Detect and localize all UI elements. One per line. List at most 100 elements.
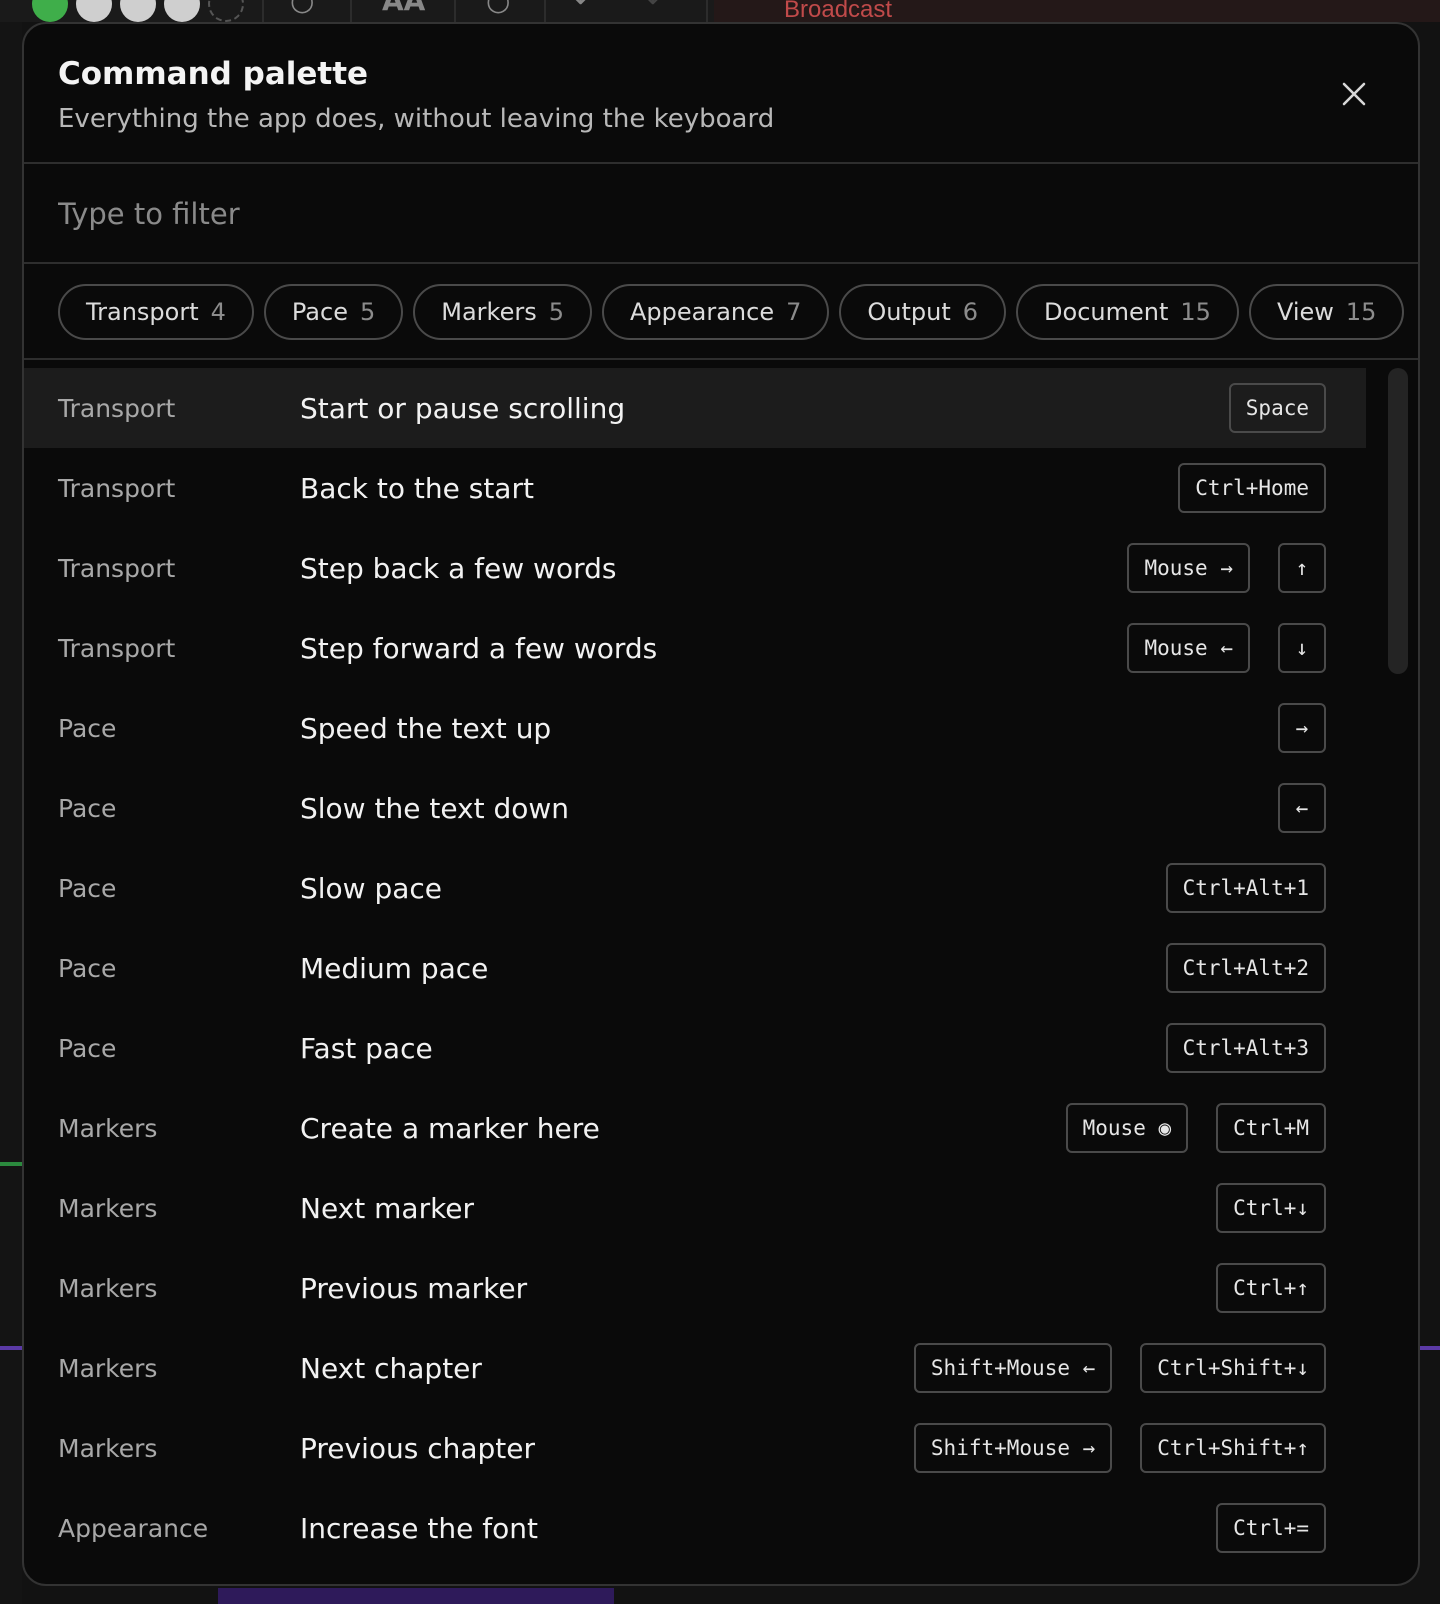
shortcut-keys: Ctrl+Alt+2: [1165, 943, 1326, 993]
modal-title: Command palette: [58, 56, 369, 92]
chip-label: Document: [1044, 298, 1169, 326]
command-row[interactable]: Markers Next marker Ctrl+↓: [24, 1168, 1366, 1248]
shortcut-key: Mouse →: [1127, 543, 1250, 593]
shortcut-keys: Ctrl+Alt+1: [1165, 863, 1326, 913]
chip-label: Transport: [86, 298, 199, 326]
user-icon[interactable]: ○: [290, 0, 314, 17]
background-bottom-bar: [218, 1588, 614, 1604]
command-row[interactable]: Markers Previous marker Ctrl+↑: [24, 1248, 1366, 1328]
command-row[interactable]: Markers Next chapter Shift+Mouse ← Ctrl+Shi…: [24, 1328, 1366, 1408]
search-icon[interactable]: ○: [486, 0, 510, 17]
shortcut-key: Shift+Mouse ←: [913, 1343, 1113, 1393]
command-category: Pace: [58, 953, 117, 983]
command-category: Markers: [58, 1193, 158, 1223]
command-label: Increase the font: [300, 1511, 538, 1545]
green-dot-icon[interactable]: [32, 0, 68, 22]
command-label: Previous marker: [300, 1271, 528, 1305]
command-row[interactable]: Markers Previous chapter Shift+Mouse → Ctrl…: [24, 1408, 1366, 1488]
shortcut-keys: Mouse ← ↓: [1127, 623, 1326, 673]
command-category: Markers: [58, 1433, 158, 1463]
command-label: Fast pace: [300, 1031, 433, 1065]
shortcut-keys: Space: [1228, 383, 1326, 433]
gray-dot-icon[interactable]: [76, 0, 112, 22]
redo-icon[interactable]: ↷: [636, 0, 659, 17]
command-row[interactable]: Pace Speed the text up →: [24, 688, 1366, 768]
font-size-icon[interactable]: AA: [382, 0, 425, 17]
chip-label: Appearance: [630, 298, 775, 326]
chip-label: Output: [867, 298, 951, 326]
command-row[interactable]: Pace Fast pace Ctrl+Alt+3: [24, 1008, 1366, 1088]
shortcut-key: Ctrl+Alt+1: [1165, 863, 1326, 913]
gray-dot-icon[interactable]: [120, 0, 156, 22]
filter-input[interactable]: [58, 186, 1358, 242]
chip-count: 4: [210, 298, 226, 326]
shortcut-key: Ctrl+↓: [1216, 1183, 1326, 1233]
command-label: Speed the text up: [300, 711, 552, 745]
background-toolbar: ○ AA ○ ↶ ↷ Broadcast: [0, 0, 1440, 22]
shortcut-key: Ctrl+Shift+↓: [1140, 1343, 1326, 1393]
chip-label: Markers: [441, 298, 537, 326]
chip-pace[interactable]: Pace 5: [263, 284, 404, 340]
shortcut-key: ↓: [1278, 623, 1326, 673]
scrollbar[interactable]: [1388, 368, 1408, 674]
shortcut-key: Mouse ◉: [1065, 1103, 1189, 1153]
command-row[interactable]: Pace Slow pace Ctrl+Alt+1: [24, 848, 1366, 928]
command-label: Back to the start: [300, 471, 534, 505]
close-icon[interactable]: [1340, 80, 1368, 108]
command-label: Slow the text down: [300, 791, 570, 825]
command-label: Step forward a few words: [300, 631, 658, 665]
undo-icon[interactable]: ↶: [574, 0, 597, 17]
chip-count: 15: [1180, 298, 1211, 326]
shortcut-key: Ctrl+=: [1216, 1503, 1326, 1553]
shortcut-key: ←: [1278, 783, 1326, 833]
command-row[interactable]: Transport Back to the start Ctrl+Home: [24, 448, 1366, 528]
command-label: Next chapter: [300, 1351, 482, 1385]
command-row[interactable]: Transport Start or pause scrolling Space: [24, 368, 1366, 448]
modal-subtitle: Everything the app does, without leaving…: [58, 104, 775, 134]
command-row[interactable]: Transport Step back a few words Mouse → ↑: [24, 528, 1366, 608]
divider: [24, 358, 1418, 360]
chip-output[interactable]: Output 6: [839, 284, 1007, 340]
category-chips: Transport 4 Pace 5 Markers 5 Appearance 7 Output…: [58, 284, 1405, 340]
command-row[interactable]: Pace Slow the text down ←: [24, 768, 1366, 848]
command-category: Pace: [58, 1033, 117, 1063]
command-category: Markers: [58, 1353, 158, 1383]
command-category: Pace: [58, 873, 117, 903]
shortcut-key: Space: [1228, 383, 1326, 433]
shortcut-key: Ctrl+Alt+3: [1165, 1023, 1326, 1073]
chip-label: View: [1276, 298, 1334, 326]
shortcut-key: ↑: [1278, 543, 1326, 593]
chip-markers[interactable]: Markers 5: [413, 284, 592, 340]
command-row[interactable]: Transport Step forward a few words Mouse ←…: [24, 608, 1366, 688]
command-label: Step back a few words: [300, 551, 617, 585]
command-row[interactable]: Appearance Increase the font Ctrl+=: [24, 1488, 1366, 1568]
command-row[interactable]: Markers Create a marker here Mouse ◉ Ctrl+M: [24, 1088, 1366, 1168]
command-label: Previous chapter: [300, 1431, 536, 1465]
chip-view[interactable]: View 15: [1248, 284, 1405, 340]
shortcut-keys: Mouse ◉ Ctrl+M: [1065, 1103, 1326, 1153]
command-category: Transport: [58, 393, 176, 423]
command-palette-modal: Command palette Everything the app does,…: [22, 22, 1420, 1586]
shortcut-keys: ←: [1278, 783, 1326, 833]
shortcut-keys: →: [1278, 703, 1326, 753]
chip-count: 5: [548, 298, 564, 326]
command-label: Next marker: [300, 1191, 475, 1225]
command-row[interactable]: Pace Medium pace Ctrl+Alt+2: [24, 928, 1366, 1008]
command-category: Transport: [58, 633, 176, 663]
empty-dot-icon[interactable]: [208, 0, 244, 22]
shortcut-key: Ctrl+Home: [1178, 463, 1326, 513]
gray-dot-icon[interactable]: [164, 0, 200, 22]
command-category: Appearance: [58, 1513, 209, 1543]
shortcut-keys: Ctrl+Home: [1178, 463, 1326, 513]
shortcut-keys: Shift+Mouse → Ctrl+Shift+↑: [913, 1423, 1326, 1473]
modal-header: Command palette Everything the app does,…: [24, 24, 1418, 164]
shortcut-key: Mouse ←: [1127, 623, 1250, 673]
chip-count: 7: [786, 298, 802, 326]
chip-count: 5: [359, 298, 376, 326]
shortcut-key: →: [1278, 703, 1326, 753]
chip-document[interactable]: Document 15: [1016, 284, 1239, 340]
chip-transport[interactable]: Transport 4: [58, 284, 254, 340]
command-list: Transport Start or pause scrolling Space Tr…: [24, 368, 1366, 1584]
chip-appearance[interactable]: Appearance 7: [602, 284, 830, 340]
filter-row: [24, 164, 1418, 264]
